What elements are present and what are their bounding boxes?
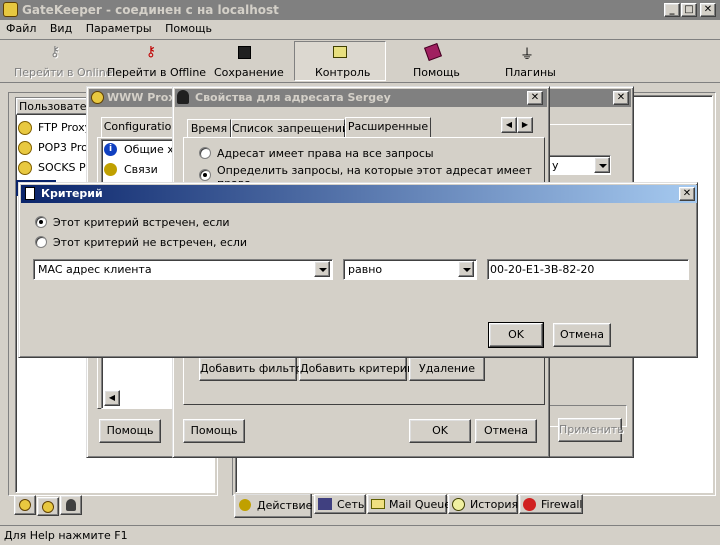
gear-icon [18, 161, 32, 175]
www-proxy-icon [91, 91, 104, 104]
left-tab-services[interactable] [37, 497, 59, 516]
criterion-value-input[interactable]: 00-20-E1-3B-82-20 [487, 259, 689, 280]
floppy-icon [238, 46, 251, 59]
close-button[interactable]: ✕ [700, 3, 716, 17]
tab-history[interactable]: История [448, 494, 518, 514]
radio-criterion-met[interactable] [35, 216, 47, 228]
toolbar-button-help[interactable]: Помощь [388, 42, 478, 80]
action-icon [239, 499, 251, 511]
info-icon: i [104, 143, 117, 156]
menu-view[interactable]: Вид [50, 22, 72, 35]
left-tab-users[interactable] [14, 495, 36, 515]
users-icon [19, 499, 31, 511]
control-icon [333, 46, 347, 58]
left-tab-person[interactable] [60, 495, 82, 515]
properties-titlebar: Свойства для адресата Sergey [175, 89, 547, 107]
tab-configuration[interactable]: Configuration [101, 117, 181, 137]
keys-icon: ⚷ [145, 44, 157, 60]
status-bar: Для Help нажмите F1 [0, 525, 720, 545]
properties-close-button[interactable]: ✕ [527, 91, 543, 105]
tab-scroll-left-button[interactable]: ◀ [501, 117, 517, 133]
add-criterion-button[interactable]: Добавить критерий [299, 357, 414, 381]
back-dialog-titlebar: ✕ [543, 89, 631, 107]
menu-help[interactable]: Помощь [165, 22, 212, 35]
toolbar-button-save[interactable]: Сохранение [200, 42, 290, 80]
toolbar-button-control[interactable]: Контроль [294, 41, 386, 81]
firewall-icon [523, 498, 536, 511]
person-icon [66, 499, 76, 511]
maximize-button[interactable]: □ [681, 3, 697, 17]
tab-advanced[interactable]: Расширенные [345, 117, 431, 138]
bottom-tabs: Действие Сеть Mail Queue История Firewal… [234, 494, 714, 518]
links-icon [104, 163, 117, 176]
tab-network[interactable]: Сеть [314, 494, 366, 514]
document-icon [25, 187, 35, 200]
criterion-operator-select[interactable]: равно [343, 259, 477, 280]
menu-bar: Файл Вид Параметры Помощь [6, 22, 222, 38]
add-filter-button[interactable]: Добавить фильтр [199, 357, 302, 381]
criterion-ok-button[interactable]: OK [488, 322, 544, 348]
criterion-titlebar: Критерий [21, 185, 697, 203]
criterion-close-button[interactable]: ✕ [679, 187, 695, 201]
network-icon [318, 498, 332, 510]
gear-icon [18, 121, 32, 135]
menu-options[interactable]: Параметры [86, 22, 152, 35]
hscroll-left-button[interactable]: ◀ [104, 390, 120, 406]
criterion-dialog: Критерий ✕ Этот критерий встречен, если … [18, 182, 698, 358]
toolbar-button-plugins[interactable]: ⏚ Плагины [480, 42, 570, 80]
tab-time[interactable]: Время [187, 119, 231, 137]
apply-button[interactable]: Применить [558, 418, 624, 442]
main-titlebar: GateKeeper - соединен с на localhost _ □… [0, 0, 720, 20]
clock-icon [452, 498, 465, 511]
tab-firewall[interactable]: Firewall [519, 494, 583, 514]
app-icon [3, 2, 18, 17]
chevron-down-icon[interactable] [458, 261, 474, 277]
minimize-button[interactable]: _ [664, 3, 680, 17]
gear-icon [42, 501, 54, 513]
back-combo[interactable]: у [545, 155, 611, 175]
chevron-down-icon[interactable] [314, 261, 330, 277]
properties-ok-button[interactable]: OK [409, 419, 471, 443]
properties-cancel-button[interactable]: Отмена [475, 419, 537, 443]
chevron-down-icon[interactable] [594, 157, 610, 173]
mail-icon [371, 499, 385, 509]
criterion-cancel-button[interactable]: Отмена [553, 323, 611, 347]
criterion-field-select[interactable]: MAC адрес клиента [33, 259, 333, 280]
tab-action[interactable]: Действие [234, 494, 312, 518]
help-book-icon [424, 43, 442, 61]
radio-criterion-not-met[interactable] [35, 236, 47, 248]
toolbar: ⚷ Перейти в Online ⚷ Перейти в Offline С… [0, 39, 720, 83]
person-icon [177, 90, 189, 104]
tab-mail-queue[interactable]: Mail Queue [367, 494, 451, 514]
toolbar-button-offline[interactable]: ⚷ Перейти в Offline [104, 42, 206, 80]
back-dialog-close-button[interactable]: ✕ [613, 91, 629, 105]
gear-icon [18, 141, 32, 155]
tab-scroll-right-button[interactable]: ▶ [517, 117, 533, 133]
properties-help-button[interactable]: Помощь [183, 419, 245, 443]
tab-blocklist[interactable]: Список запрещений [231, 119, 349, 137]
toolbar-button-online[interactable]: ⚷ Перейти в Online [8, 42, 112, 80]
key-icon: ⚷ [49, 44, 61, 60]
radio-all-requests[interactable] [199, 147, 211, 159]
radio-define-requests[interactable] [199, 169, 211, 181]
window-title: GateKeeper - соединен с на localhost [22, 3, 279, 17]
delete-button[interactable]: Удаление [409, 357, 485, 381]
www-proxy-help-button[interactable]: Помощь [99, 419, 161, 443]
menu-file[interactable]: Файл [6, 22, 36, 35]
back-dialog-tabband [543, 121, 631, 125]
plug-icon: ⏚ [520, 47, 534, 63]
